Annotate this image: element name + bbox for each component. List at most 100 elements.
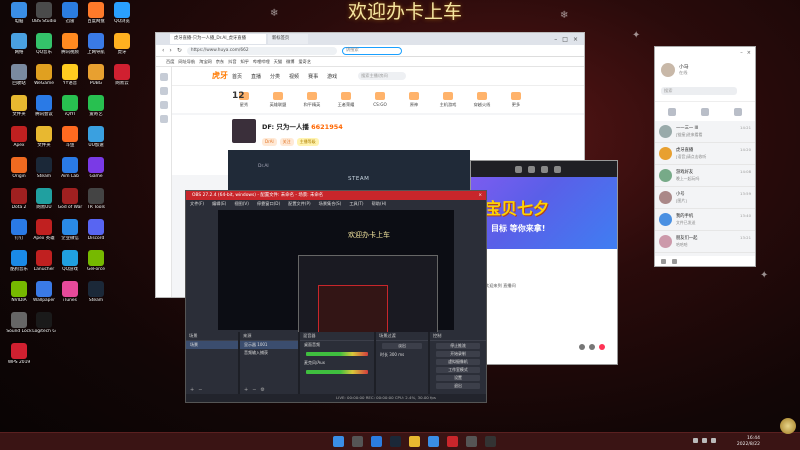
desktop-shortcut[interactable]: 迅雷 — [56, 2, 84, 31]
desktop-shortcut[interactable]: 上网导航 — [82, 33, 110, 62]
desktop-shortcut[interactable]: 酷狗音乐 — [5, 250, 33, 279]
bookmark-link[interactable]: 淘宝网 — [199, 59, 212, 65]
sidebar-icon[interactable] — [159, 101, 168, 109]
streamer-avatar[interactable] — [232, 119, 256, 143]
avatar[interactable] — [661, 63, 675, 77]
bookmark-link[interactable]: 哔哩哔哩 — [253, 59, 270, 65]
chat-list-item[interactable]: 我的手机 文件已发送 13:40 — [655, 209, 755, 231]
back-icon[interactable]: ‹ — [162, 47, 164, 54]
desktop-shortcut[interactable]: Steam — [30, 157, 58, 186]
promo-banner[interactable]: 宝贝七夕 目标 等你来拿! — [471, 177, 617, 249]
home-icon[interactable] — [515, 165, 522, 173]
mic-icon[interactable] — [589, 344, 595, 350]
desktop-shortcut[interactable]: TR Tools — [82, 188, 110, 217]
menu-icon[interactable] — [661, 258, 666, 264]
site-search-input[interactable]: 搜索主播/房间 — [358, 72, 407, 80]
category-item[interactable]: CS:GO — [368, 92, 392, 107]
remove-icon[interactable]: − — [252, 387, 256, 393]
desktop-shortcut[interactable]: Apex — [5, 126, 33, 155]
sidebar-icon[interactable] — [159, 73, 168, 81]
desktop-shortcut[interactable]: 企业微信 — [56, 219, 84, 248]
desktop-shortcut[interactable]: 腾讯会议 — [30, 95, 58, 124]
network-icon[interactable] — [693, 438, 698, 443]
desktop-shortcut[interactable]: 钉钉 — [5, 219, 33, 248]
desktop-shortcut[interactable]: Game — [82, 157, 110, 186]
chat-list-item[interactable]: 游戏好友 晚上一起玩吗 14:08 — [655, 165, 755, 187]
chat-list-item[interactable]: 虎牙直播 [语音]请点击收听 14:20 — [655, 143, 755, 165]
desktop-shortcut[interactable]: GeForce — [82, 250, 110, 279]
taskbar-app-icon[interactable] — [333, 436, 344, 447]
menu-item[interactable]: 配置文件(P) — [288, 200, 311, 208]
desktop-shortcut[interactable]: iTunes — [56, 281, 84, 310]
site-nav-link[interactable]: 首页 — [232, 73, 242, 80]
desktop-shortcut[interactable]: 斗鱼 — [56, 126, 84, 155]
desktop-shortcut[interactable]: PUBG — [82, 64, 110, 93]
contacts-tab-icon[interactable] — [700, 107, 709, 116]
refresh-icon[interactable]: ↻ — [177, 47, 182, 54]
menu-item[interactable]: 文件(F) — [190, 200, 204, 208]
volume-icon[interactable] — [702, 438, 707, 443]
menu-item[interactable]: 场景集合(S) — [319, 200, 342, 208]
battery-icon[interactable] — [711, 438, 716, 443]
minimize-icon[interactable]: – — [554, 36, 557, 43]
desktop-shortcut[interactable]: 电脑 — [5, 2, 33, 31]
close-icon[interactable] — [554, 165, 561, 173]
room-tag[interactable]: DrAl — [262, 138, 277, 146]
desktop-shortcut[interactable]: NVIDIA — [5, 281, 33, 310]
browser-search-input[interactable]: 请搜索 — [341, 46, 402, 55]
source-item[interactable]: 音频输入捕获 — [240, 349, 298, 357]
site-nav-link[interactable]: 直播 — [251, 73, 261, 80]
category-item[interactable]: 英雄联盟 — [266, 91, 290, 108]
obs-preview[interactable]: 欢迎办卡上车 — [218, 210, 454, 340]
gear-icon[interactable]: ⚙ — [260, 387, 264, 393]
add-icon[interactable]: + — [244, 387, 248, 393]
record-icon[interactable] — [599, 344, 605, 350]
floating-avatar[interactable] — [780, 418, 796, 434]
taskbar-app-icon[interactable] — [352, 436, 363, 447]
maximize-icon[interactable]: □ — [562, 36, 568, 43]
desktop-shortcut[interactable]: 网络 — [5, 33, 33, 62]
close-icon[interactable]: × — [478, 191, 482, 200]
bookmark-link[interactable]: 网址导航 — [178, 59, 195, 65]
desktop-shortcut[interactable]: 回收站 — [5, 64, 33, 93]
taskbar-app-icon[interactable] — [390, 436, 401, 447]
category-item[interactable]: 和平精英 — [300, 91, 324, 108]
desktop-shortcut[interactable]: Wallpaper — [30, 281, 58, 310]
audio-meter[interactable] — [306, 352, 368, 356]
minimize-icon[interactable]: – — [740, 50, 743, 56]
chat-tab-icon[interactable] — [667, 107, 676, 116]
desktop-shortcut[interactable]: WeGame — [30, 64, 58, 93]
close-icon[interactable]: × — [747, 50, 751, 56]
settings-icon[interactable] — [579, 344, 585, 350]
site-nav-link[interactable]: 分类 — [270, 73, 280, 80]
remove-icon[interactable]: − — [198, 387, 202, 393]
taskbar-app-icon[interactable] — [466, 436, 477, 447]
site-nav-link[interactable]: 游戏 — [327, 73, 337, 80]
sidebar-icon[interactable] — [159, 115, 168, 123]
desktop-shortcut[interactable]: OBS Studio — [30, 2, 58, 31]
desktop-shortcut[interactable]: 文件夹 — [5, 95, 33, 124]
obs-control-button[interactable]: 退出 — [436, 383, 480, 389]
space-tab-icon[interactable] — [734, 107, 743, 116]
menu-item[interactable]: 工具(T) — [349, 200, 363, 208]
obs-control-button[interactable]: 虚拟摄像机 — [436, 359, 480, 365]
bookmark-link[interactable]: 京东 — [216, 59, 224, 65]
desktop-shortcut[interactable]: iQIYI — [56, 95, 84, 124]
bookmark-link[interactable]: 天猫 — [274, 59, 282, 65]
desktop-shortcut[interactable]: Dota 2 — [5, 188, 33, 217]
chat-list-item[interactable]: 朋友们一起 哈哈哈 13:21 — [655, 231, 755, 253]
desktop-shortcut[interactable]: Sound Lock — [5, 312, 33, 341]
site-nav-link[interactable]: 赛事 — [308, 73, 318, 80]
site-logo[interactable]: 虎牙 — [212, 70, 228, 81]
bookmark-link[interactable]: 百度 — [166, 59, 174, 65]
chat-list-item[interactable]: 一一三一 III [链接]进来看看 14:21 — [655, 121, 755, 143]
bookmark-link[interactable]: 抖音 — [228, 59, 236, 65]
qq-search-input[interactable]: 搜索 — [661, 87, 737, 95]
taskbar-app-icon[interactable] — [428, 436, 439, 447]
room-tag[interactable]: 关注 — [279, 138, 294, 146]
desktop-shortcut[interactable]: God of War — [56, 188, 84, 217]
obs-control-button[interactable]: 工作室模式 — [436, 367, 480, 373]
desktop-shortcut[interactable]: WPS 2019 — [5, 343, 33, 372]
desktop-shortcut[interactable]: 文件夹 — [30, 126, 58, 155]
taskbar-app-icon[interactable] — [371, 436, 382, 447]
